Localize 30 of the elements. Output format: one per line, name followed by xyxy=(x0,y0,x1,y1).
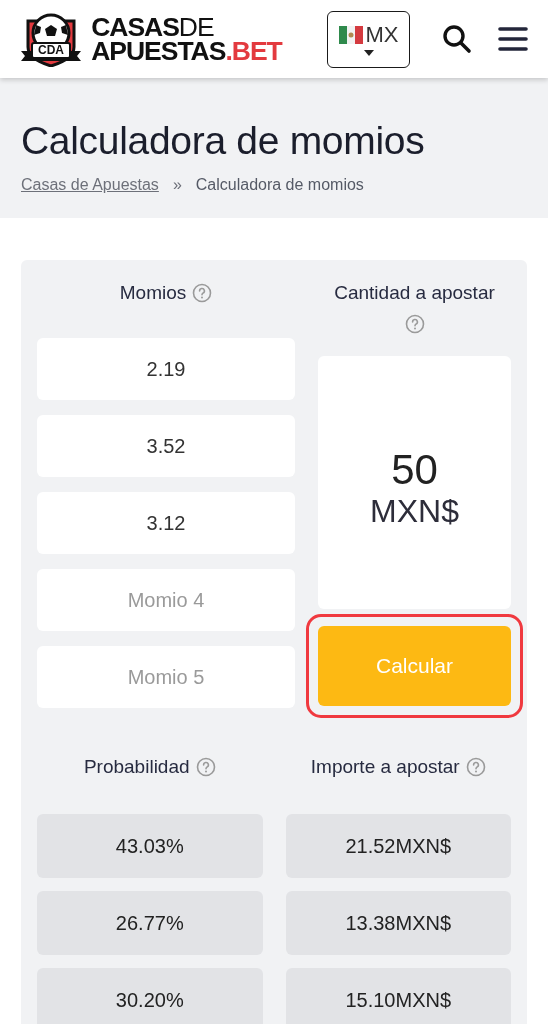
search-icon[interactable] xyxy=(442,24,472,54)
amount-value: 15.10MXN$ xyxy=(285,968,511,1024)
amount-label: Importe a apostar xyxy=(310,755,460,779)
stake-field[interactable]: 50 MXN$ xyxy=(318,356,511,609)
odds-input[interactable]: 3.12 xyxy=(37,492,295,554)
amount-value: 13.38MXN$ xyxy=(285,891,511,955)
odds-label: Momios xyxy=(119,281,187,305)
help-icon[interactable] xyxy=(192,283,213,303)
probability-value: 30.20% xyxy=(37,968,263,1024)
menu-icon[interactable] xyxy=(498,26,528,52)
page-title: Calculadora de momios xyxy=(21,118,426,164)
stake-label: Cantidad a apostar xyxy=(334,281,495,305)
probability-value: 26.77% xyxy=(37,891,263,955)
caret-icon xyxy=(363,50,374,56)
odds-input[interactable]: Momio 4 xyxy=(37,569,295,631)
amount-value: 21.52MXN$ xyxy=(285,814,511,878)
help-icon[interactable] xyxy=(404,314,425,334)
odds-input[interactable]: Momio 5 xyxy=(37,646,295,708)
probability-value: 43.03% xyxy=(37,814,263,878)
site-logo[interactable]: CASASDE APUESTAS.BET xyxy=(91,15,282,63)
probability-label: Probabilidad xyxy=(83,755,190,779)
breadcrumb-link[interactable]: Casas de Apuestas xyxy=(21,176,159,194)
breadcrumb-separator: » xyxy=(172,176,182,194)
odds-input[interactable]: 3.52 xyxy=(37,415,295,477)
country-selector[interactable]: MX xyxy=(327,10,410,68)
help-icon[interactable] xyxy=(465,757,486,777)
flag-icon xyxy=(338,26,363,44)
odds-input[interactable]: 2.19 xyxy=(37,338,295,400)
help-icon[interactable] xyxy=(195,757,216,777)
breadcrumb-current: Calculadora de momios xyxy=(195,176,364,194)
